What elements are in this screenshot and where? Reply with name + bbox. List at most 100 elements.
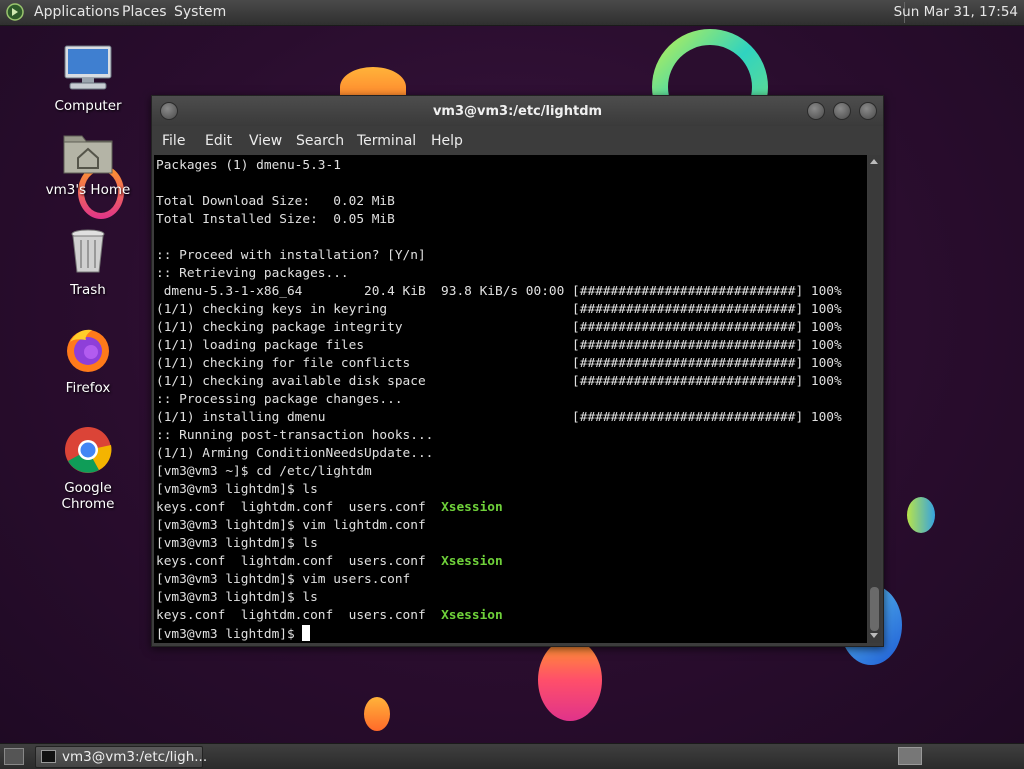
desktop-icon-computer[interactable]: Computer: [38, 44, 138, 114]
show-desktop-icon[interactable]: [4, 748, 24, 765]
terminal-line: (1/1) installing dmenu [################…: [156, 409, 867, 427]
computer-icon: [62, 44, 114, 92]
scroll-up-icon[interactable]: [870, 159, 878, 164]
terminal-line-text: Total Download Size: 0.02 MiB: [156, 194, 395, 209]
terminal-line-text: (1/1) installing dmenu [################…: [156, 410, 842, 425]
terminal-line: (1/1) Arming ConditionNeedsUpdate...: [156, 445, 867, 463]
terminal-line: [156, 175, 867, 193]
desktop-icon-label: Firefox: [65, 380, 111, 396]
terminal-window[interactable]: vm3@vm3:/etc/lightdm File Edit View Sear…: [151, 95, 884, 647]
bottom-panel: vm3@vm3:/etc/ligh...: [0, 743, 1024, 769]
terminal-line-text: keys.conf lightdm.conf users.conf: [156, 608, 442, 623]
wallpaper-pink-egg: [538, 639, 602, 721]
terminal-line: (1/1) checking for file conflicts [#####…: [156, 355, 867, 373]
scroll-down-icon[interactable]: [870, 633, 878, 638]
terminal-line-text: [vm3@vm3 lightdm]$ vim lightdm.conf: [156, 518, 426, 533]
terminal-line-text: :: Processing package changes...: [156, 392, 403, 407]
menu-help[interactable]: Help: [431, 133, 463, 149]
terminal-line-text: dmenu-5.3-1-x86_64 20.4 KiB 93.8 KiB/s 0…: [156, 284, 842, 299]
menu-search[interactable]: Search: [296, 133, 344, 149]
desktop-icon-label: Computer: [54, 98, 122, 114]
menu-file[interactable]: File: [162, 133, 185, 149]
terminal-line: [vm3@vm3 lightdm]$: [156, 625, 867, 643]
menu-terminal[interactable]: Terminal: [357, 133, 416, 149]
terminal-line-text: (1/1) checking for file conflicts [#####…: [156, 356, 842, 371]
terminal-line-text: [vm3@vm3 lightdm]$ ls: [156, 590, 318, 605]
terminal-line: (1/1) loading package files [###########…: [156, 337, 867, 355]
trash-icon: [62, 228, 114, 276]
terminal-line-text: [vm3@vm3 lightdm]$: [156, 627, 303, 642]
scroll-thumb[interactable]: [870, 587, 879, 631]
minimize-button[interactable]: [807, 102, 825, 120]
terminal-line: :: Retrieving packages...: [156, 265, 867, 283]
close-button[interactable]: [859, 102, 877, 120]
menu-edit[interactable]: Edit: [205, 133, 232, 149]
desktop-icon-label: Trash: [70, 282, 106, 298]
terminal-line: (1/1) checking available disk space [###…: [156, 373, 867, 391]
terminal-line: Total Installed Size: 0.05 MiB: [156, 211, 867, 229]
terminal-line-text: (1/1) checking package integrity [######…: [156, 320, 842, 335]
home-folder-icon: [62, 128, 114, 176]
applications-menu[interactable]: Applications: [34, 4, 120, 20]
terminal-line-text: [vm3@vm3 lightdm]$ vim users.conf: [156, 572, 411, 587]
executable-filename: Xsession: [441, 500, 503, 515]
chrome-icon: [62, 426, 114, 474]
terminal-line-text: :: Proceed with installation? [Y/n]: [156, 248, 426, 263]
terminal-line-text: [vm3@vm3 ~]$ cd /etc/lightdm: [156, 464, 372, 479]
terminal-line: [vm3@vm3 lightdm]$ ls: [156, 481, 867, 499]
terminal-line: keys.conf lightdm.conf users.conf Xsessi…: [156, 499, 867, 517]
terminal-line-text: [vm3@vm3 lightdm]$ ls: [156, 536, 318, 551]
terminal-line: [156, 229, 867, 247]
terminal-line: :: Running post-transaction hooks...: [156, 427, 867, 445]
terminal-scrollbar[interactable]: [868, 155, 881, 643]
terminal-line-text: keys.conf lightdm.conf users.conf: [156, 554, 442, 569]
desktop-icon-home[interactable]: vm3's Home: [38, 128, 138, 198]
terminal-line: keys.conf lightdm.conf users.conf Xsessi…: [156, 553, 867, 571]
terminal-line-text: Packages (1) dmenu-5.3-1: [156, 158, 341, 173]
terminal-line: [vm3@vm3 lightdm]$ vim users.conf: [156, 571, 867, 589]
terminal-cursor: [302, 625, 311, 641]
terminal-line-text: Total Installed Size: 0.05 MiB: [156, 212, 395, 227]
terminal-line: [vm3@vm3 ~]$ cd /etc/lightdm: [156, 463, 867, 481]
terminal-line-text: (1/1) checking keys in keyring [########…: [156, 302, 842, 317]
desktop-icon-label: vm3's Home: [45, 182, 131, 198]
menu-view[interactable]: View: [249, 133, 282, 149]
terminal-line-text: [vm3@vm3 lightdm]$ ls: [156, 482, 318, 497]
executable-filename: Xsession: [441, 608, 503, 623]
maximize-button[interactable]: [833, 102, 851, 120]
workspace-switcher[interactable]: [898, 747, 922, 765]
terminal-line: (1/1) checking keys in keyring [########…: [156, 301, 867, 319]
terminal-line: Packages (1) dmenu-5.3-1: [156, 157, 867, 175]
terminal-line: [vm3@vm3 lightdm]$ ls: [156, 535, 867, 553]
terminal-icon: [41, 750, 56, 763]
window-titlebar[interactable]: vm3@vm3:/etc/lightdm: [152, 96, 883, 126]
distro-logo-icon[interactable]: [6, 3, 24, 21]
terminal-line: [vm3@vm3 lightdm]$ ls: [156, 589, 867, 607]
desktop-icon-label: Google Chrome: [61, 480, 115, 512]
taskbar-item-label: vm3@vm3:/etc/ligh...: [62, 749, 208, 765]
desktop-icon-firefox[interactable]: Firefox: [38, 326, 138, 396]
taskbar-item-terminal[interactable]: vm3@vm3:/etc/ligh...: [35, 746, 207, 768]
places-menu[interactable]: Places: [122, 4, 167, 20]
terminal-line-text: [156, 230, 164, 245]
clock[interactable]: Sun Mar 31, 17:54: [894, 4, 1018, 20]
terminal-line: dmenu-5.3-1-x86_64 20.4 KiB 93.8 KiB/s 0…: [156, 283, 867, 301]
top-panel: Applications Places System Sun Mar 31, 1…: [0, 0, 1024, 26]
terminal-line-text: [156, 176, 164, 191]
terminal-output[interactable]: Packages (1) dmenu-5.3-1 Total Download …: [154, 155, 867, 643]
terminal-line-text: :: Retrieving packages...: [156, 266, 349, 281]
window-title: vm3@vm3:/etc/lightdm: [432, 104, 603, 119]
terminal-line: [vm3@vm3 lightdm]$ vim lightdm.conf: [156, 517, 867, 535]
desktop-icon-trash[interactable]: Trash: [38, 228, 138, 298]
terminal-line-text: keys.conf lightdm.conf users.conf: [156, 500, 442, 515]
terminal-menubar: File Edit View Search Terminal Help: [152, 126, 883, 154]
system-menu[interactable]: System: [174, 4, 226, 20]
terminal-line: :: Proceed with installation? [Y/n]: [156, 247, 867, 265]
wallpaper-blue-drop: [907, 497, 935, 533]
terminal-line: (1/1) checking package integrity [######…: [156, 319, 867, 337]
executable-filename: Xsession: [441, 554, 503, 569]
terminal-text: Packages (1) dmenu-5.3-1 Total Download …: [154, 155, 867, 643]
firefox-icon: [62, 326, 114, 374]
wallpaper-orange-egg: [364, 697, 390, 731]
desktop-icon-chrome[interactable]: Google Chrome: [38, 426, 138, 512]
